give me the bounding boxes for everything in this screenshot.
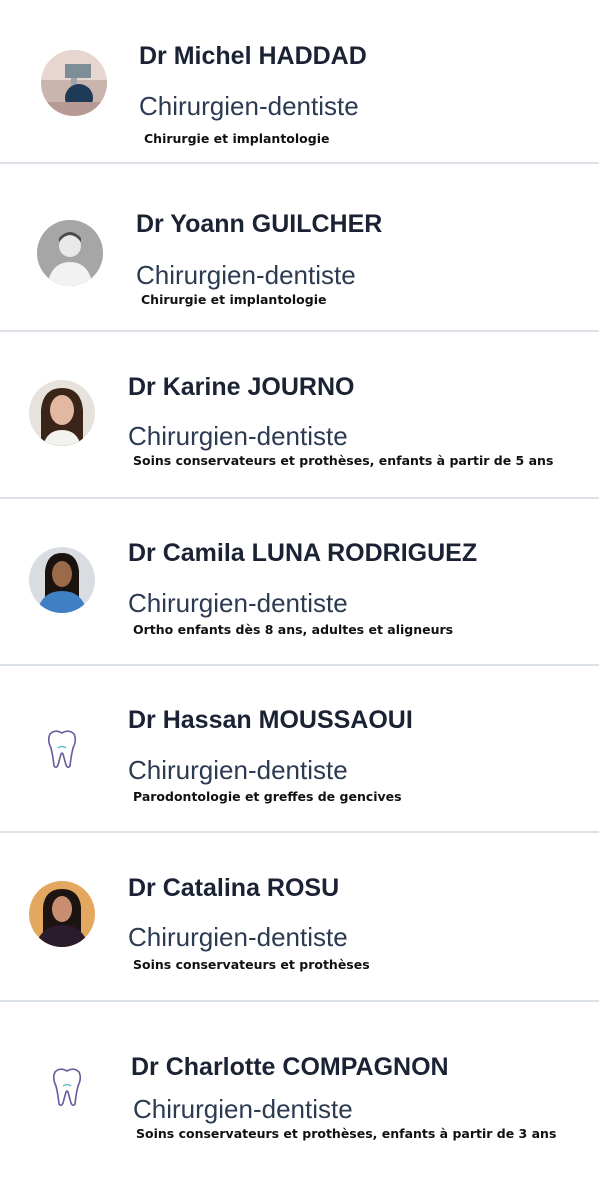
doctor-specialty: Chirurgie et implantologie [141,292,327,307]
doctor-card-journo[interactable]: Dr Karine JOURNO Chirurgien-dentiste Soi… [0,332,599,499]
doctor-name: Dr Yoann GUILCHER [136,210,383,238]
doctor-name: Dr Hassan MOUSSAOUI [128,706,413,734]
doctor-specialty: Chirurgie et implantologie [144,131,330,146]
doctor-card-compagnon[interactable]: Dr Charlotte COMPAGNON Chirurgien-dentis… [0,1002,599,1177]
doctor-specialty: Parodontologie et greffes de gencives [133,789,402,804]
doctor-list: Dr Michel HADDAD Chirurgien-dentiste Chi… [0,0,599,1177]
doctor-role: Chirurgien-dentiste [128,588,348,618]
tooth-icon [50,1066,84,1108]
doctor-name: Dr Charlotte COMPAGNON [131,1053,449,1081]
doctor-name: Dr Camila LUNA RODRIGUEZ [128,539,478,567]
doctor-specialty: Ortho enfants dès 8 ans, adultes et alig… [133,622,454,637]
doctor-card-luna-rodriguez[interactable]: Dr Camila LUNA RODRIGUEZ Chirurgien-dent… [0,499,599,666]
avatar [29,881,95,947]
doctor-role: Chirurgien-dentiste [128,421,348,451]
doctor-role: Chirurgien-dentiste [136,260,356,290]
doctor-specialty: Soins conservateurs et prothèses, enfant… [133,453,554,468]
avatar [29,380,95,446]
doctor-role: Chirurgien-dentiste [128,922,348,952]
avatar [41,50,107,116]
doctor-card-guilcher[interactable]: Dr Yoann GUILCHER Chirurgien-dentiste Ch… [0,164,599,332]
doctor-role: Chirurgien-dentiste [133,1094,353,1124]
doctor-specialty: Soins conservateurs et prothèses [133,957,370,972]
doctor-role: Chirurgien-dentiste [128,755,348,785]
avatar [37,220,103,286]
doctor-specialty: Soins conservateurs et prothèses, enfant… [136,1126,557,1141]
avatar [29,547,95,613]
doctor-card-haddad[interactable]: Dr Michel HADDAD Chirurgien-dentiste Chi… [0,0,599,164]
doctor-card-rosu[interactable]: Dr Catalina ROSU Chirurgien-dentiste Soi… [0,833,599,1002]
doctor-card-moussaoui[interactable]: Dr Hassan MOUSSAOUI Chirurgien-dentiste … [0,666,599,833]
tooth-icon [45,728,79,770]
doctor-name: Dr Karine JOURNO [128,373,355,401]
doctor-role: Chirurgien-dentiste [139,91,359,121]
doctor-name: Dr Michel HADDAD [139,42,367,70]
doctor-name: Dr Catalina ROSU [128,874,340,902]
